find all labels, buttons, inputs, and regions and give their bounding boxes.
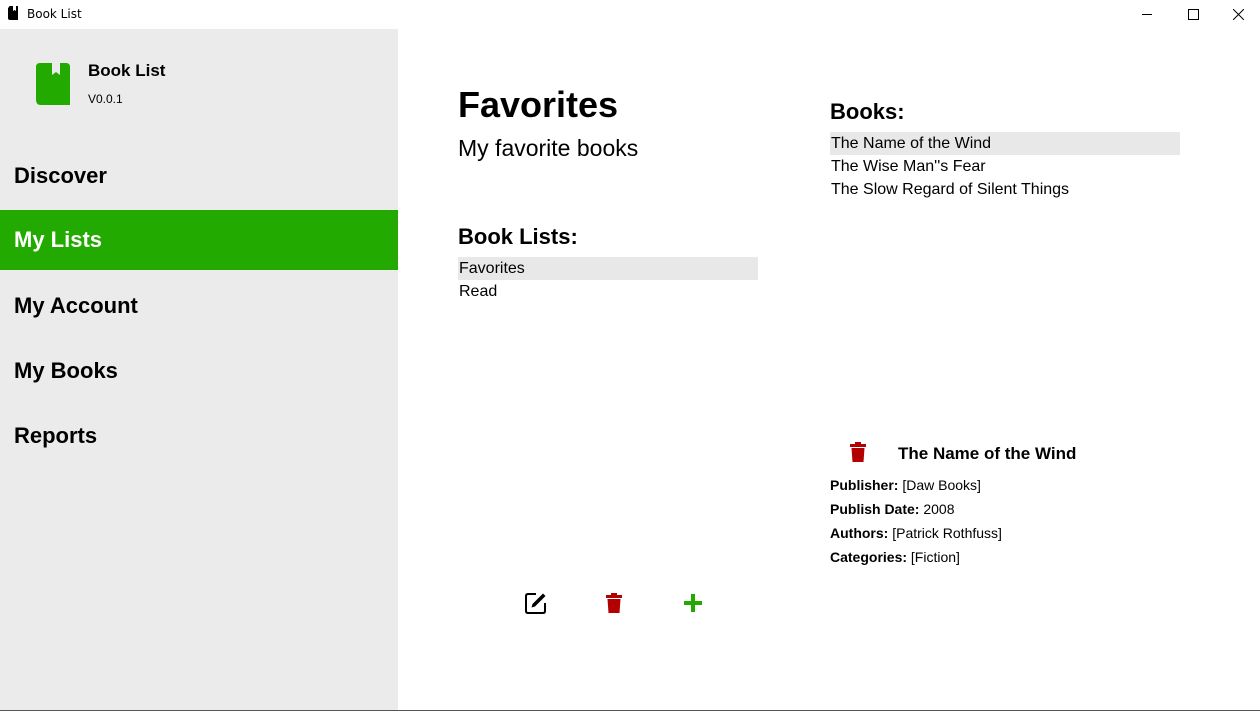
list-item-favorites[interactable]: Favorites	[458, 257, 758, 280]
plus-icon	[684, 594, 702, 612]
publish-date-row: Publish Date: 2008	[830, 501, 955, 517]
title-bar: Book List	[0, 0, 1260, 28]
delete-book-button[interactable]	[844, 438, 872, 466]
categories-value: [Fiction]	[910, 549, 960, 565]
publisher-row: Publisher: [Daw Books]	[830, 477, 981, 493]
edit-icon	[525, 593, 546, 614]
delete-list-button[interactable]	[600, 589, 628, 617]
nav-item-my-account[interactable]: My Account	[0, 276, 398, 336]
nav-item-my-lists[interactable]: My Lists	[0, 210, 398, 270]
book-bookmark-icon	[36, 63, 70, 105]
nav-item-reports[interactable]: Reports	[0, 406, 398, 466]
app-name: Book List	[88, 61, 166, 80]
minimize-icon	[1141, 13, 1152, 15]
publisher-value: [Daw Books]	[902, 477, 981, 493]
nav-item-discover[interactable]: Discover	[0, 146, 398, 206]
close-icon	[1232, 8, 1244, 20]
authors-row: Authors: [Patrick Rothfuss]	[830, 525, 1002, 541]
add-list-button[interactable]	[679, 589, 707, 617]
publisher-label: Publisher:	[830, 477, 899, 493]
maximize-button[interactable]	[1170, 0, 1216, 28]
maximize-icon	[1187, 8, 1199, 20]
window-title: Book List	[27, 7, 82, 21]
trash-icon	[606, 593, 622, 613]
minimize-button[interactable]	[1124, 0, 1170, 28]
page-title: Favorites	[458, 84, 619, 125]
authors-label: Authors:	[830, 525, 889, 541]
app-version: V0.0.1	[88, 92, 123, 106]
book-detail-title: The Name of the Wind	[898, 444, 1077, 463]
categories-row: Categories: [Fiction]	[830, 549, 960, 565]
book-icon	[8, 6, 18, 20]
trash-icon	[850, 442, 866, 462]
book-item[interactable]: The Name of the Wind	[830, 132, 1180, 155]
sidebar: Book List V0.0.1 Discover My Lists My Ac…	[0, 29, 398, 711]
books-heading: Books:	[830, 99, 905, 124]
page-subtitle: My favorite books	[458, 135, 639, 161]
book-lists-heading: Book Lists:	[458, 224, 578, 249]
book-lists-list: Favorites Read	[458, 257, 758, 303]
close-button[interactable]	[1215, 0, 1260, 28]
authors-value: [Patrick Rothfuss]	[892, 525, 1002, 541]
book-item[interactable]: The Slow Regard of Silent Things	[830, 178, 1180, 201]
categories-label: Categories:	[830, 549, 908, 565]
list-item-read[interactable]: Read	[458, 280, 758, 303]
nav-item-my-books[interactable]: My Books	[0, 341, 398, 401]
books-list: The Name of the Wind The Wise Man''s Fea…	[830, 132, 1180, 201]
book-item[interactable]: The Wise Man''s Fear	[830, 155, 1180, 178]
publish-date-label: Publish Date:	[830, 501, 920, 517]
publish-date-value: 2008	[923, 501, 955, 517]
edit-list-button[interactable]	[522, 589, 550, 617]
